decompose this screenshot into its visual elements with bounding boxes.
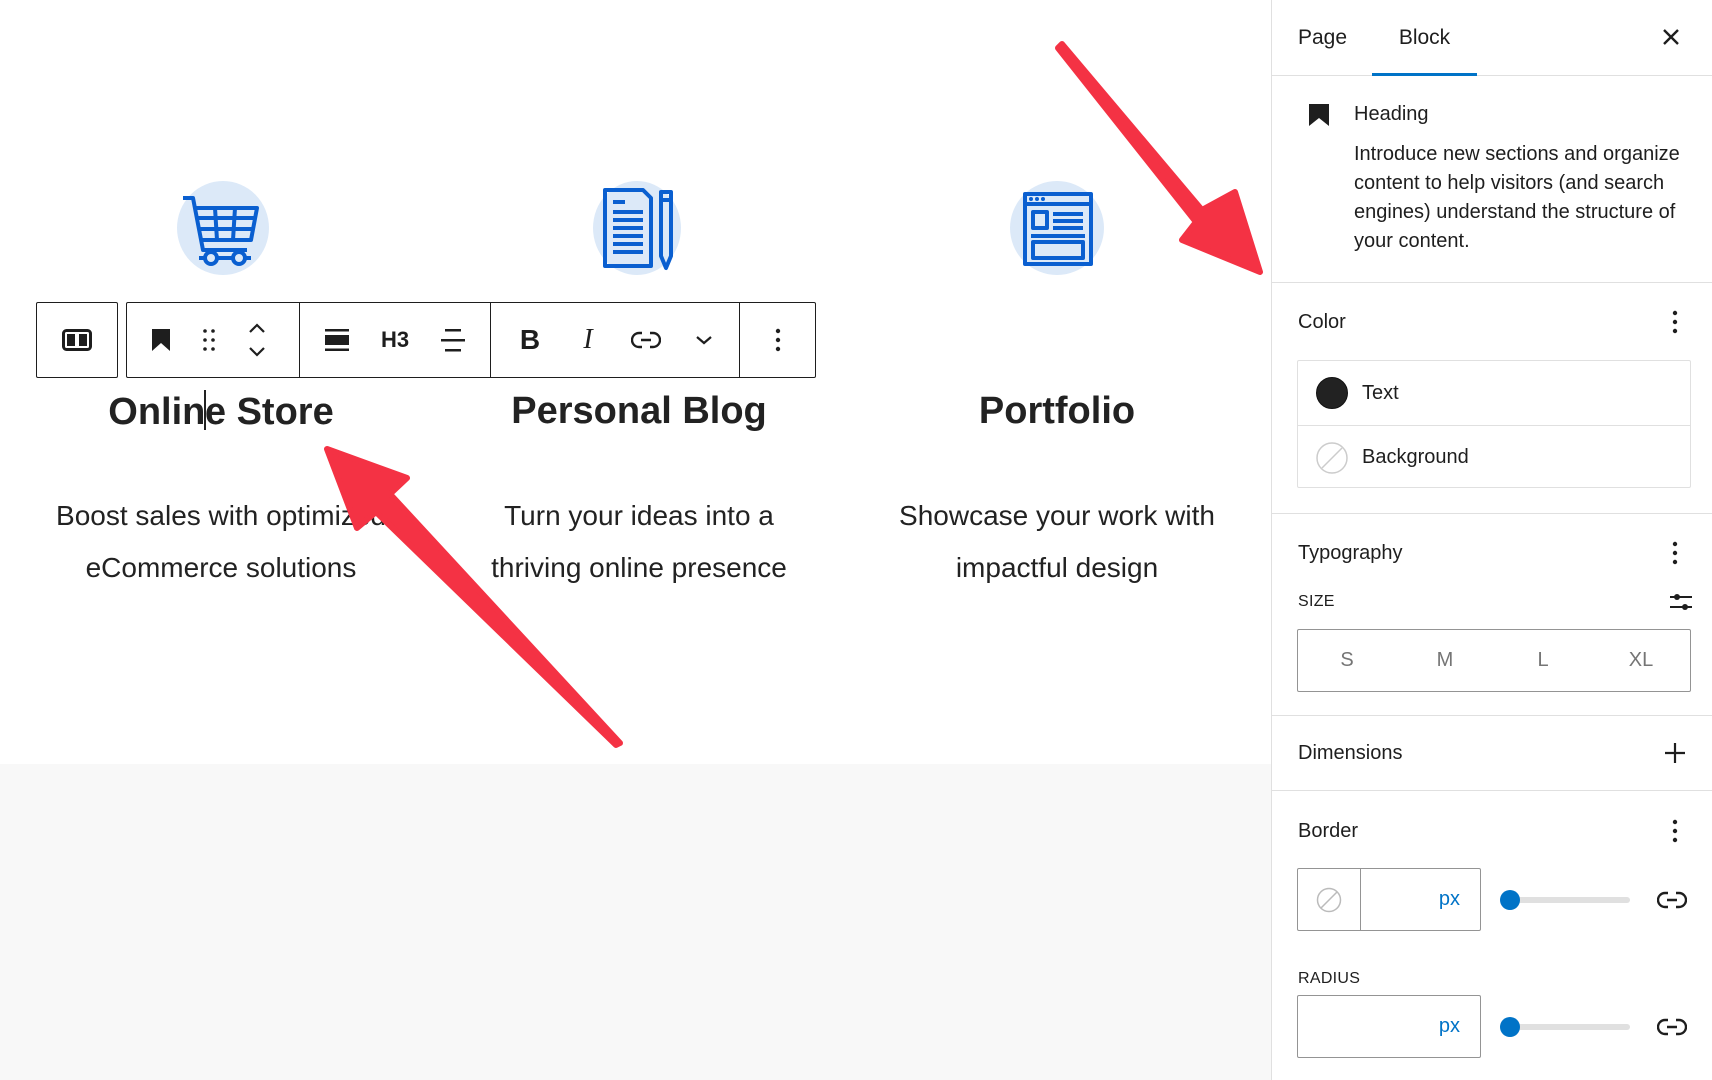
settings-sliders-icon bbox=[1670, 594, 1692, 610]
align-full-icon bbox=[325, 329, 349, 351]
toolbar-group-heading: H3 bbox=[300, 303, 491, 377]
custom-size-button[interactable] bbox=[1666, 584, 1696, 620]
no-color-icon bbox=[1316, 441, 1348, 474]
paragraph-online-store[interactable]: Boost sales with optimized eCommerce sol… bbox=[21, 490, 421, 594]
paragraph-portfolio[interactable]: Showcase your work with impactful design bbox=[857, 490, 1257, 594]
heading-portfolio[interactable]: Portfolio bbox=[857, 390, 1257, 433]
block-options-button[interactable] bbox=[749, 303, 807, 377]
color-text-item[interactable]: Text bbox=[1298, 361, 1690, 425]
block-card-title: Heading bbox=[1354, 103, 1429, 125]
drag-handle[interactable] bbox=[185, 303, 233, 377]
border-panel: Border px RADIUS px bbox=[1272, 791, 1712, 1080]
slider-thumb[interactable] bbox=[1500, 1017, 1520, 1037]
border-panel-title: Border bbox=[1298, 820, 1359, 842]
color-list: Text Background bbox=[1297, 360, 1691, 488]
block-toolbar: H3 B I bbox=[126, 302, 816, 378]
text-color-swatch bbox=[1316, 377, 1348, 409]
more-vertical-icon bbox=[775, 328, 780, 352]
slider-track bbox=[1506, 1024, 1630, 1030]
color-panel-title: Color bbox=[1298, 311, 1346, 333]
slider-track bbox=[1506, 897, 1630, 903]
block-card: Heading Introduce new sections and organ… bbox=[1272, 76, 1712, 283]
no-color-icon bbox=[1316, 887, 1342, 912]
color-background-item[interactable]: Background bbox=[1298, 425, 1690, 489]
tab-block[interactable]: Block bbox=[1372, 0, 1477, 76]
editor-canvas: Online Store Boost sales with optimized … bbox=[0, 0, 1271, 1080]
typography-panel-title: Typography bbox=[1298, 542, 1403, 564]
slider-thumb[interactable] bbox=[1500, 890, 1520, 910]
block-align-button[interactable] bbox=[308, 303, 366, 377]
close-sidebar-button[interactable] bbox=[1656, 22, 1686, 52]
border-width-slider[interactable] bbox=[1500, 888, 1630, 912]
block-card-description: Introduce new sections and organize cont… bbox=[1354, 143, 1680, 252]
border-radius-slider[interactable] bbox=[1500, 1015, 1630, 1039]
border-width-input[interactable]: px bbox=[1361, 869, 1480, 930]
size-label: SIZE bbox=[1298, 593, 1335, 610]
plus-icon bbox=[1665, 743, 1685, 763]
font-size-picker: S M L XL bbox=[1297, 629, 1691, 692]
shopping-cart-icon bbox=[177, 181, 269, 275]
toolbar-group-options bbox=[740, 303, 815, 377]
link-button[interactable] bbox=[617, 303, 675, 377]
text-align-button[interactable] bbox=[424, 303, 482, 377]
color-options-button[interactable] bbox=[1660, 304, 1690, 340]
select-parent-block-button[interactable] bbox=[36, 302, 118, 378]
heading-personal-blog[interactable]: Personal Blog bbox=[439, 390, 839, 433]
sidebar-tabs: Page Block bbox=[1272, 0, 1712, 76]
columns-icon bbox=[62, 329, 92, 351]
more-vertical-icon bbox=[1672, 541, 1678, 565]
paragraph-personal-blog[interactable]: Turn your ideas into a thriving online p… bbox=[439, 490, 839, 594]
more-vertical-icon bbox=[1672, 310, 1678, 334]
more-rich-text-button[interactable] bbox=[675, 303, 733, 377]
dimensions-panel[interactable]: Dimensions bbox=[1272, 716, 1712, 791]
block-type-button[interactable] bbox=[137, 303, 185, 377]
border-options-button[interactable] bbox=[1660, 813, 1690, 849]
font-size-s[interactable]: S bbox=[1298, 630, 1396, 691]
more-vertical-icon bbox=[1672, 819, 1678, 843]
unlink-sides-button[interactable] bbox=[1654, 882, 1690, 918]
border-radius-unit[interactable]: px bbox=[1439, 1015, 1460, 1038]
typography-panel: Typography SIZE S M L XL bbox=[1272, 514, 1712, 716]
radius-label: RADIUS bbox=[1298, 970, 1361, 987]
link-icon bbox=[1657, 1018, 1687, 1036]
font-size-xl[interactable]: XL bbox=[1592, 630, 1690, 691]
border-color-button[interactable] bbox=[1298, 869, 1361, 930]
drag-dots-icon bbox=[203, 329, 215, 351]
font-size-l[interactable]: L bbox=[1494, 630, 1592, 691]
bookmark-icon bbox=[1309, 104, 1329, 126]
move-down-icon[interactable] bbox=[248, 347, 266, 357]
toolbar-group-block bbox=[127, 303, 300, 377]
border-radius-control: px bbox=[1297, 995, 1481, 1058]
border-width-control: px bbox=[1297, 868, 1481, 931]
dimensions-add-button[interactable] bbox=[1660, 735, 1690, 771]
font-size-m[interactable]: M bbox=[1396, 630, 1494, 691]
heading-online-store[interactable]: Online Store bbox=[21, 390, 421, 434]
bold-button[interactable]: B bbox=[501, 303, 559, 377]
italic-button[interactable]: I bbox=[559, 303, 617, 377]
color-panel: Color Text Background bbox=[1272, 283, 1712, 514]
bookmark-icon bbox=[152, 329, 170, 351]
settings-sidebar: Page Block Heading Introduce new section… bbox=[1271, 0, 1712, 1080]
align-center-icon bbox=[441, 329, 465, 352]
heading-level-button[interactable]: H3 bbox=[366, 303, 424, 377]
move-up-icon[interactable] bbox=[248, 323, 266, 333]
close-icon bbox=[1663, 29, 1679, 45]
canvas-empty-area bbox=[0, 764, 1271, 1080]
border-width-unit[interactable]: px bbox=[1439, 888, 1460, 911]
link-icon bbox=[631, 331, 661, 349]
tab-page[interactable]: Page bbox=[1298, 0, 1347, 75]
move-buttons bbox=[233, 303, 281, 377]
toolbar-group-format: B I bbox=[491, 303, 740, 377]
web-layout-icon bbox=[1010, 181, 1104, 275]
link-icon bbox=[1657, 891, 1687, 909]
unlink-corners-button[interactable] bbox=[1654, 1009, 1690, 1045]
chevron-down-icon bbox=[696, 336, 712, 345]
typography-options-button[interactable] bbox=[1660, 535, 1690, 571]
border-radius-input[interactable]: px bbox=[1298, 996, 1480, 1057]
dimensions-panel-title: Dimensions bbox=[1298, 742, 1403, 764]
document-pencil-icon bbox=[593, 181, 681, 275]
